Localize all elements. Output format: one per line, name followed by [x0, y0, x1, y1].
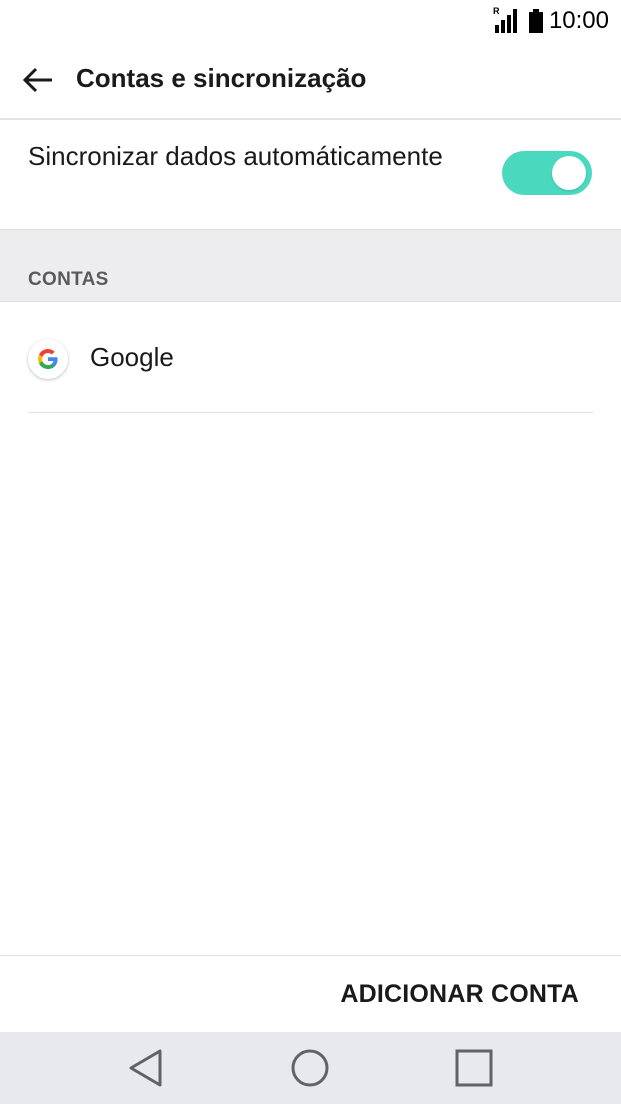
divider [28, 412, 594, 413]
nav-recents-button[interactable] [452, 1046, 496, 1090]
account-item-google[interactable]: Google [0, 302, 621, 412]
accounts-section-header: CONTAS [0, 229, 621, 302]
account-name: Google [90, 342, 174, 372]
home-circle-icon [291, 1049, 329, 1087]
recents-square-icon [455, 1049, 493, 1087]
auto-sync-toggle[interactable] [502, 151, 592, 195]
add-account-button[interactable]: ADICIONAR CONTA [340, 980, 579, 1009]
roaming-indicator: R [492, 6, 500, 16]
status-bar: R 10:00 [0, 0, 621, 42]
auto-sync-row[interactable]: Sincronizar dados automáticamente [0, 120, 621, 228]
section-title: CONTAS [28, 269, 109, 290]
action-bar: ADICIONAR CONTA [0, 955, 621, 1033]
back-triangle-icon [129, 1049, 162, 1087]
google-icon [28, 339, 68, 379]
auto-sync-label: Sincronizar dados automáticamente [28, 141, 443, 171]
nav-back-button[interactable] [124, 1046, 168, 1090]
back-button[interactable] [14, 56, 62, 104]
toolbar: Contas e sincronização [0, 42, 621, 120]
nav-home-button[interactable] [288, 1046, 332, 1090]
status-icons: R 10:00 [493, 6, 609, 36]
toggle-knob [552, 156, 586, 190]
battery-icon [528, 9, 543, 33]
page-title: Contas e sincronização [76, 63, 367, 93]
arrow-left-icon [23, 67, 52, 93]
settings-screen: R 10:00 Contas e sincronização Sincroniz… [0, 0, 621, 1104]
clock: 10:00 [548, 7, 609, 34]
navigation-bar [0, 1032, 621, 1104]
signal-icon: R [492, 6, 519, 34]
